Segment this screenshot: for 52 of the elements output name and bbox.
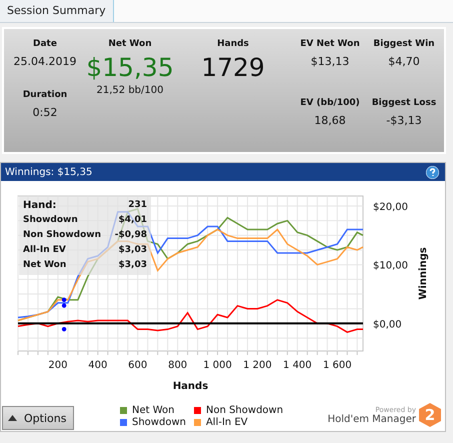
hands-value: 1729: [201, 53, 265, 82]
stat-value: $13,13: [310, 55, 350, 68]
stat-value: -$3,13: [386, 114, 422, 127]
stat-label: Biggest Win: [373, 39, 435, 49]
stat-value: 0:52: [32, 106, 58, 119]
tooltip-label: Non Showdown: [23, 229, 101, 242]
tooltip-label: All-In EV: [23, 244, 66, 257]
net-won-value: $15,35: [86, 53, 174, 82]
x-tick-label: 1 000: [203, 360, 232, 371]
tooltip-label: Showdown: [23, 214, 78, 227]
tooltip-value: $3,03: [118, 244, 147, 257]
help-icon[interactable]: [426, 166, 439, 178]
bb-rate-value: 21,52 bb/100: [96, 85, 164, 96]
stat-label: EV Net Won: [300, 39, 360, 49]
tooltip-value: $3,03: [118, 259, 147, 272]
product-name: Hold'em Manager: [328, 414, 416, 424]
y-tick-label: $0,00: [373, 319, 402, 330]
x-tick-label: 200: [48, 360, 68, 371]
y-tick-label: $10,00: [373, 260, 408, 272]
x-tick-label: 1 600: [322, 360, 352, 371]
logo-badge: 2: [419, 403, 441, 427]
stat-label: Duration: [22, 90, 68, 100]
legend-label: Net Won: [132, 405, 174, 416]
stat-label: Date: [33, 39, 57, 49]
tooltip-label: Net Won: [23, 259, 66, 272]
legend-label: Showdown: [132, 417, 186, 428]
stat-value: $4,70: [388, 55, 420, 68]
legend-label: Non Showdown: [206, 405, 284, 416]
stat-label: Net Won: [108, 39, 152, 49]
tooltip-label: Hand:: [23, 199, 56, 213]
x-axis-title: Hands: [172, 381, 208, 391]
tooltip-value: $4,01: [118, 214, 147, 227]
stat-value: 18,68: [314, 114, 346, 127]
x-tick-label: 800: [168, 360, 188, 371]
x-tick-label: 600: [128, 360, 148, 371]
y-tick-label: $20,00: [373, 202, 408, 213]
stat-label: Hands: [217, 39, 249, 49]
tooltip-value: 231: [128, 199, 147, 212]
stat-label: Biggest Loss: [372, 98, 436, 108]
legend-label: All-In EV: [206, 417, 248, 428]
panel-title: Winnings: $15,35: [5, 166, 92, 178]
options-button[interactable]: Options: [2, 406, 74, 430]
tooltip-value: -$0,98: [114, 229, 147, 242]
x-tick-label: 1 200: [243, 360, 272, 371]
x-tick-label: 400: [88, 360, 108, 371]
stat-value: 25.04.2019: [14, 55, 76, 68]
hover-point: [62, 326, 66, 332]
y-axis-title: Winnings: [418, 247, 429, 300]
x-tick-label: 1 400: [283, 360, 312, 371]
caret-icon: [8, 415, 17, 421]
session-summary-tab[interactable]: Session Summary: [0, 0, 114, 22]
stat-label: EV (bb/100): [300, 98, 360, 108]
